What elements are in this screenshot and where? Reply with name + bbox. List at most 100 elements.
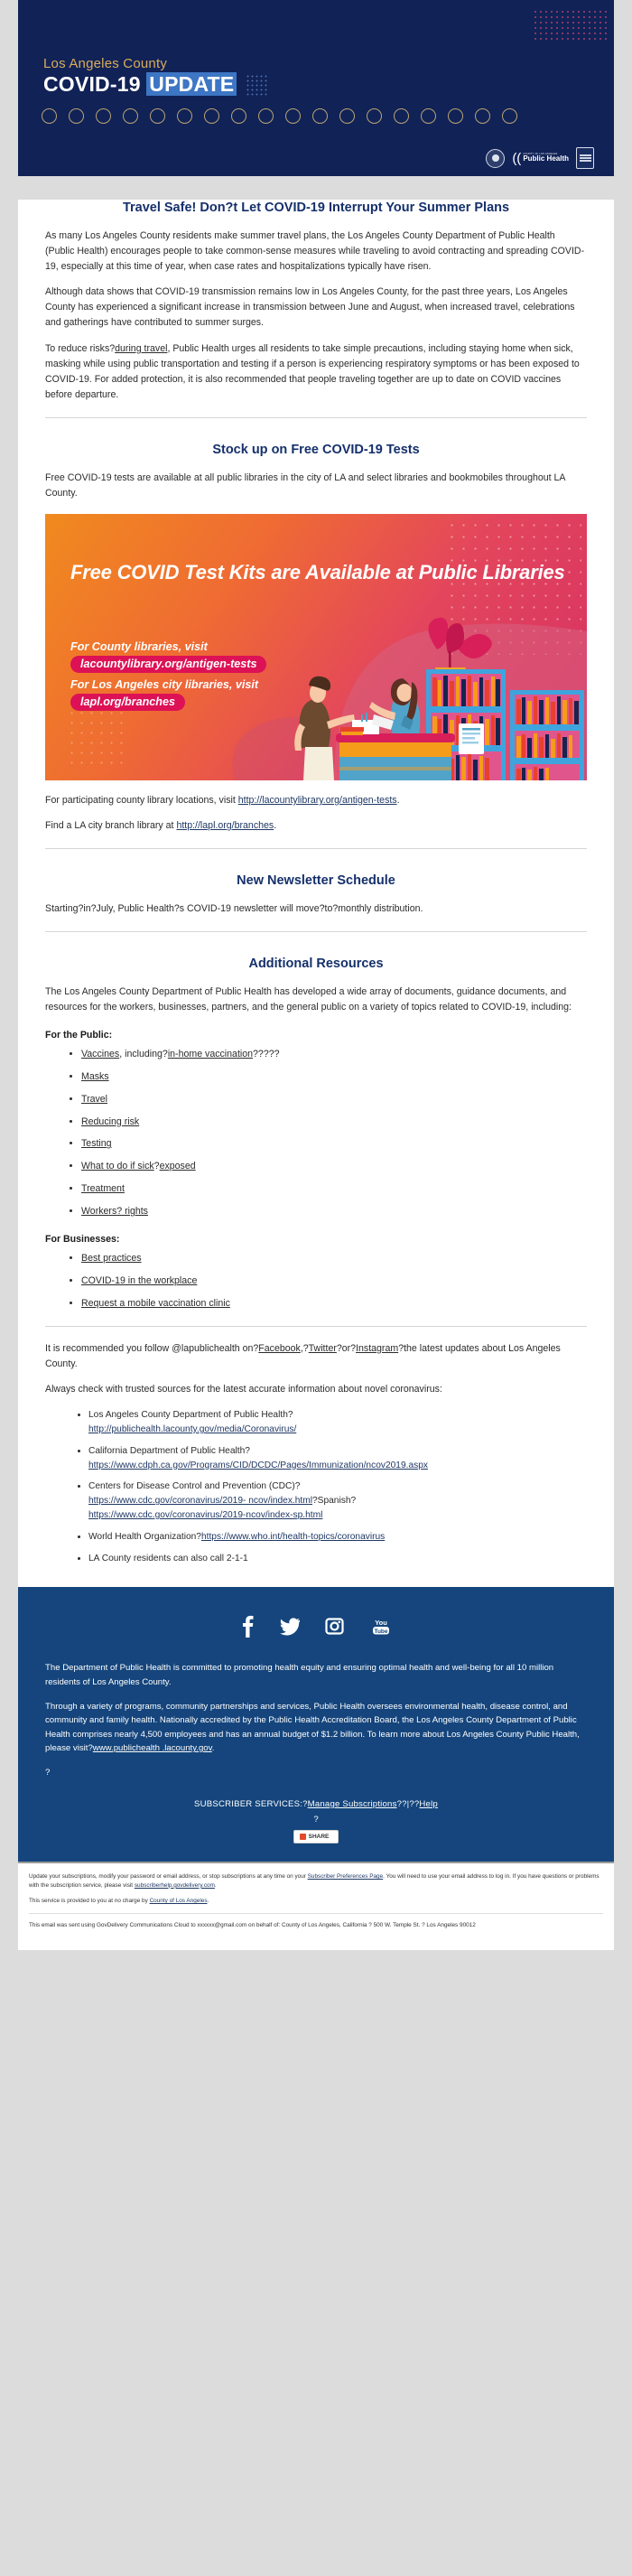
resources-section-intro: The Los Angeles County Department of Pub… bbox=[45, 985, 572, 1013]
reducing-risk-link[interactable]: Reducing risk bbox=[81, 1116, 139, 1127]
list-item: California Department of Public Health? … bbox=[88, 1444, 587, 1473]
page-bottom-spacer bbox=[0, 1950, 632, 1959]
treatment-link[interactable]: Treatment bbox=[81, 1183, 125, 1194]
vaccines-mid-text: , including? bbox=[119, 1048, 168, 1059]
lacountylibrary-antigen-tests-link[interactable]: http://lacountylibrary.org/antigen-tests bbox=[238, 795, 397, 806]
testing-link[interactable]: Testing bbox=[81, 1138, 112, 1149]
cdph-url[interactable]: https://www.cdph.ca.gov/Programs/CID/DCD… bbox=[88, 1459, 587, 1473]
promo-lead-city: For Los Angeles city libraries, visit bbox=[70, 678, 259, 691]
header-county-label: Los Angeles County bbox=[43, 56, 168, 71]
circle-icon bbox=[448, 108, 463, 124]
exposed-link[interactable]: exposed bbox=[160, 1161, 196, 1171]
county-library-period: . bbox=[396, 795, 400, 806]
help-link[interactable]: Help bbox=[419, 1799, 438, 1809]
covid-in-workplace-link[interactable]: COVID-19 in the workplace bbox=[81, 1275, 197, 1286]
city-library-locations-line: Find a LA city branch library at http://… bbox=[45, 818, 587, 834]
legal-1a: Update your subscriptions, modify your p… bbox=[29, 1873, 308, 1881]
list-item: Treatment bbox=[81, 1182, 587, 1197]
share-button[interactable]: SHARE bbox=[293, 1830, 339, 1844]
follow-lead: It is recommended you follow @lapubliche… bbox=[45, 1342, 259, 1354]
la-county-seal-icon bbox=[486, 148, 506, 168]
subscriber-preferences-link[interactable]: Subscriber Preferences Page bbox=[308, 1873, 383, 1880]
list-item: Travel bbox=[81, 1093, 587, 1107]
who-url[interactable]: https://www.who.int/health-topics/corona… bbox=[201, 1532, 385, 1542]
facebook-link[interactable]: Facebook bbox=[258, 1343, 301, 1354]
youtube-icon[interactable]: You Tube bbox=[369, 1614, 393, 1638]
section-divider bbox=[45, 848, 587, 850]
workers-rights-link[interactable]: Workers? rights bbox=[81, 1206, 148, 1217]
list-item: Vaccines, including?in-home vaccination?… bbox=[81, 1048, 587, 1062]
book-stack bbox=[340, 727, 364, 735]
lacounty-coronavirus-url[interactable]: http://publichealth.lacounty.gov/media/C… bbox=[88, 1423, 587, 1437]
tests-section-intro: Free COVID-19 tests are available at all… bbox=[45, 471, 565, 499]
travel-link[interactable]: Travel bbox=[81, 1094, 107, 1105]
circle-icon bbox=[367, 108, 382, 124]
for-businesses-heading: For Businesses: bbox=[45, 1234, 120, 1246]
what-to-do-if-sick-link[interactable]: What to do if sick bbox=[81, 1161, 154, 1171]
reception-desk bbox=[336, 733, 455, 780]
header-dot-pattern-icon bbox=[533, 9, 607, 42]
header-circle-row bbox=[42, 108, 517, 124]
article-paragraph-3: To reduce risks?during travel, Public He… bbox=[45, 341, 587, 404]
facebook-icon[interactable] bbox=[240, 1614, 255, 1638]
in-home-vaccination-link[interactable]: in-home vaccination bbox=[168, 1049, 253, 1059]
cdc-spanish-label: ?Spanish? bbox=[312, 1496, 357, 1507]
footer-qmark: ? bbox=[313, 1815, 319, 1825]
footer-social-row: You Tube bbox=[45, 1614, 587, 1638]
svg-text:Tube: Tube bbox=[374, 1629, 387, 1635]
source-label: Los Angeles County Department of Public … bbox=[88, 1410, 293, 1421]
county-of-los-angeles-link[interactable]: County of Los Angeles bbox=[150, 1898, 208, 1904]
instagram-icon[interactable] bbox=[324, 1614, 344, 1638]
legal-line-1: Update your subscriptions, modify your p… bbox=[29, 1872, 603, 1890]
article-paragraph-2: Although data shows that COVID-19 transm… bbox=[45, 286, 575, 329]
circle-icon bbox=[204, 108, 219, 124]
resources-section-title: Additional Resources bbox=[248, 957, 384, 972]
email-footer: You Tube The Department of Public Health … bbox=[18, 1587, 614, 1862]
list-item: Workers? rights bbox=[81, 1205, 587, 1219]
newsletter-section-body: Starting?in?July, Public Health?s COVID-… bbox=[45, 902, 423, 914]
source-label: California Department of Public Health? bbox=[88, 1445, 250, 1456]
manage-subscriptions-link[interactable]: Manage Subscriptions bbox=[308, 1799, 397, 1809]
instagram-link[interactable]: Instagram bbox=[356, 1343, 398, 1354]
cdc-url-row: https://www.cdc.gov/coronavirus/2019- nc… bbox=[88, 1494, 587, 1508]
list-item: Reducing risk bbox=[81, 1115, 587, 1130]
circle-icon bbox=[42, 108, 57, 124]
masks-link[interactable]: Masks bbox=[81, 1071, 109, 1082]
circle-icon bbox=[394, 108, 409, 124]
circle-icon bbox=[177, 108, 192, 124]
cdc-url[interactable]: https://www.cdc.gov/coronavirus/2019- nc… bbox=[88, 1496, 312, 1506]
list-item: LA County residents can also call 2-1-1 bbox=[88, 1552, 587, 1566]
list-item: Request a mobile vaccination clinic bbox=[81, 1297, 587, 1311]
city-library-lead: Find a LA city branch library at bbox=[45, 820, 177, 832]
publichealth-website-link[interactable]: www.publichealth .lacounty.gov bbox=[93, 1743, 212, 1753]
vaccines-link[interactable]: Vaccines bbox=[81, 1049, 119, 1059]
circle-icon bbox=[231, 108, 246, 124]
circle-icon bbox=[421, 108, 436, 124]
lapl-branches-link[interactable]: http://lapl.org/branches bbox=[176, 820, 274, 831]
twitter-icon[interactable] bbox=[279, 1614, 300, 1638]
trusted-sources-list: Los Angeles County Department of Public … bbox=[45, 1408, 587, 1565]
subscriber-services-row: SUBSCRIBER SERVICES:?Manage Subscription… bbox=[45, 1799, 587, 1809]
circle-icon bbox=[69, 108, 84, 124]
follow-sep-2: ?or? bbox=[336, 1342, 357, 1354]
legal-2a: This service is provided to you at no ch… bbox=[29, 1898, 150, 1905]
during-travel-link[interactable]: during travel bbox=[115, 343, 167, 354]
list-item: Centers for Disease Control and Preventi… bbox=[88, 1479, 587, 1522]
circle-icon bbox=[312, 108, 328, 124]
legal-line-3: This email was sent using GovDelivery Co… bbox=[29, 1922, 476, 1929]
footer-paragraph-2: Through a variety of programs, community… bbox=[45, 1700, 587, 1756]
mobile-vaccination-clinic-link[interactable]: Request a mobile vaccination clinic bbox=[81, 1298, 230, 1309]
list-item: Testing bbox=[81, 1137, 587, 1152]
list-item: Best practices bbox=[81, 1252, 587, 1266]
circle-icon bbox=[150, 108, 165, 124]
list-item: World Health Organization?https://www.wh… bbox=[88, 1530, 587, 1545]
free-test-kits-promo-image: Free COVID Test Kits are Available at Pu… bbox=[45, 514, 587, 780]
newsletter-page: Los Angeles County COVID-19 UPDATE (( CO… bbox=[0, 0, 632, 1959]
twitter-link[interactable]: Twitter bbox=[309, 1343, 337, 1354]
promo-headline: Free COVID Test Kits are Available at Pu… bbox=[70, 561, 565, 583]
city-library-period: . bbox=[274, 820, 277, 832]
header-dot-accent-icon bbox=[246, 74, 267, 98]
subscriberhelp-link[interactable]: subscriberhelp.govdelivery.com bbox=[135, 1882, 215, 1889]
cdc-spanish-url[interactable]: https://www.cdc.gov/coronavirus/2019-nco… bbox=[88, 1508, 587, 1523]
best-practices-link[interactable]: Best practices bbox=[81, 1253, 142, 1264]
